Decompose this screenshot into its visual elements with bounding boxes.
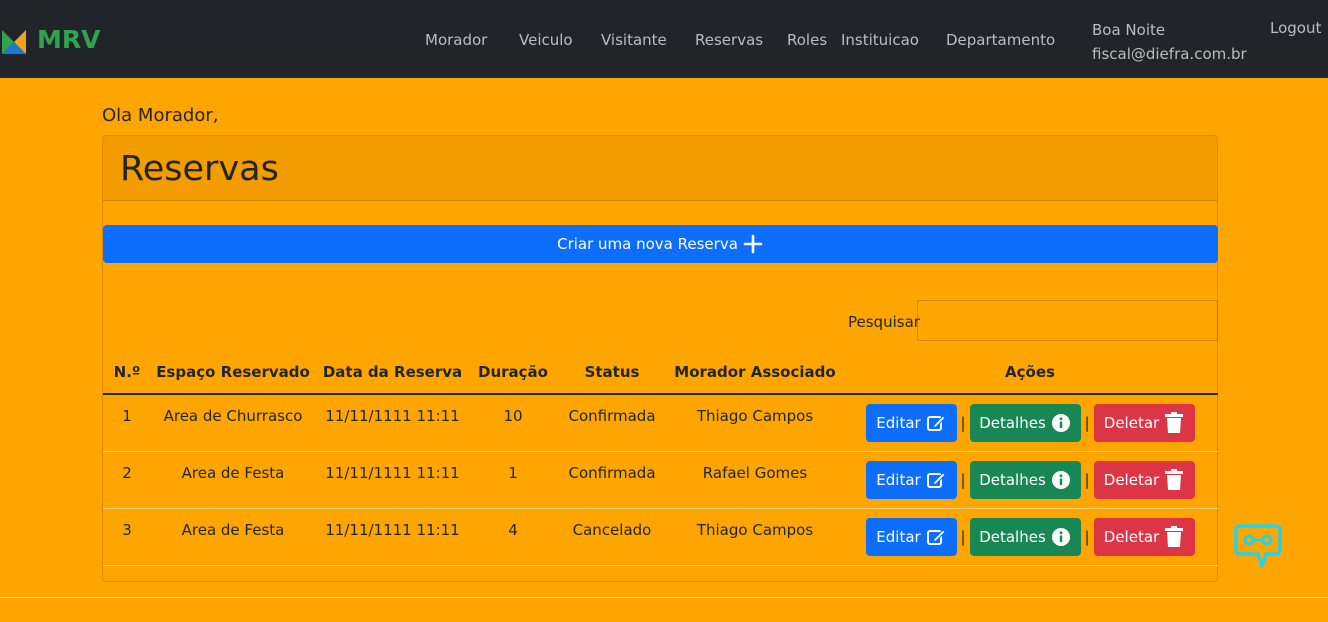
logout-link[interactable]: Logout [1270,18,1321,38]
table-row: 1 Area de Churrasco 11/11/1111 11:11 10 … [103,394,1218,452]
row-status: Confirmada [568,463,656,482]
col-acoes: Ações [842,350,1218,395]
nav-instituicao[interactable]: Instituicao [841,31,919,49]
row-status: Cancelado [572,520,652,539]
col-status: Status [556,350,668,395]
pencil-square-icon [926,471,946,488]
action-separator: | [1084,470,1090,489]
main-content: Ola Morador, Reservas Criar uma nova Res… [0,78,1328,597]
top-navbar: MRV Morador Veiculo Visitante Reservas R… [0,0,1328,78]
row-number: 2 [122,463,132,482]
details-button[interactable]: Detalhes [969,460,1081,499]
table-row: 2 Area de Festa 11/11/1111 11:11 1 Confi… [103,451,1218,509]
col-number: N.º [103,350,151,395]
chat-bot-icon[interactable] [1232,520,1284,576]
row-status: Confirmada [568,406,656,425]
create-reserva-button[interactable]: Criar uma nova Reserva [103,225,1218,263]
search-input[interactable] [917,300,1218,341]
row-number: 3 [122,520,132,539]
edit-button[interactable]: Editar [865,517,957,556]
row-morador: Thiago Campos [696,520,814,539]
info-circle-icon [1051,470,1070,489]
footer [0,597,1328,622]
row-morador: Thiago Campos [696,406,814,425]
details-button[interactable]: Detalhes [969,517,1081,556]
info-circle-icon [1051,413,1070,432]
trash-icon [1165,411,1184,433]
nav-reservas[interactable]: Reservas [695,31,763,49]
nav-visitante[interactable]: Visitante [601,31,667,49]
edit-label: Editar [876,527,921,546]
details-label: Detalhes [979,413,1046,432]
brand-name: MRV [37,25,101,54]
row-espaco: Area de Festa [181,520,285,539]
details-label: Detalhes [979,470,1046,489]
reservas-table: N.º Espaço Reservado Data da Reserva Dur… [103,350,1218,566]
search-label: Pesquisar [848,313,920,331]
row-number: 1 [122,406,132,425]
edit-button[interactable]: Editar [865,403,957,442]
delete-button[interactable]: Deletar [1093,403,1195,442]
pencil-square-icon [926,415,946,431]
time-greeting: Boa Noite [1092,21,1166,39]
edit-label: Editar [876,470,921,489]
brand-logo[interactable]: MRV [2,26,100,54]
action-separator: | [960,413,966,432]
mrv-logo-icon [2,30,26,54]
delete-label: Deletar [1103,470,1160,489]
col-espaco: Espaço Reservado [151,350,315,395]
trash-icon [1165,525,1184,547]
row-actions: Editar | Detalhes | Deletar [842,517,1218,556]
row-morador: Rafael Gomes [702,463,808,482]
card-header: Reservas [103,136,1217,201]
delete-button[interactable]: Deletar [1093,460,1195,499]
row-duracao: 4 [508,520,518,539]
page-title: Reservas [120,149,279,189]
table-header-row: N.º Espaço Reservado Data da Reserva Dur… [103,350,1218,395]
row-duracao: 10 [503,406,523,425]
table-row: 3 Area de Festa 11/11/1111 11:11 4 Cance… [103,508,1218,566]
nav-veiculo[interactable]: Veiculo [519,31,573,49]
row-duracao: 1 [508,463,518,482]
action-separator: | [960,470,966,489]
row-actions: Editar | Detalhes | Deletar [842,460,1218,499]
nav-roles[interactable]: Roles [787,31,827,49]
delete-button[interactable]: Deletar [1093,517,1195,556]
col-duracao: Duração [470,350,556,395]
row-data: 11/11/1111 11:11 [325,406,460,425]
plus-icon [743,234,763,254]
details-label: Detalhes [979,527,1046,546]
row-data: 11/11/1111 11:11 [325,463,460,482]
col-data: Data da Reserva [315,350,470,395]
row-espaco: Area de Festa [181,463,285,482]
user-info: Boa Noite fiscal@diefra.com.br [1092,18,1247,66]
action-separator: | [1084,527,1090,546]
row-data: 11/11/1111 11:11 [325,520,460,539]
reservas-card: Reservas Criar uma nova Reserva Pesquisa… [102,135,1218,582]
row-actions: Editar | Detalhes | Deletar [842,403,1218,442]
nav-departamento[interactable]: Departamento [946,31,1055,49]
nav-morador[interactable]: Morador [425,31,487,49]
user-email: fiscal@diefra.com.br [1092,45,1247,63]
col-morador: Morador Associado [668,350,842,395]
info-circle-icon [1051,527,1070,546]
create-reserva-label: Criar uma nova Reserva [557,235,738,253]
delete-label: Deletar [1103,527,1160,546]
row-espaco: Area de Churrasco [163,406,303,425]
edit-button[interactable]: Editar [865,460,957,499]
action-separator: | [1084,413,1090,432]
trash-icon [1165,468,1184,490]
delete-label: Deletar [1103,413,1160,432]
user-greeting: Ola Morador, [102,105,219,126]
pencil-square-icon [926,528,946,545]
action-separator: | [960,527,966,546]
edit-label: Editar [876,413,921,432]
details-button[interactable]: Detalhes [969,403,1081,442]
